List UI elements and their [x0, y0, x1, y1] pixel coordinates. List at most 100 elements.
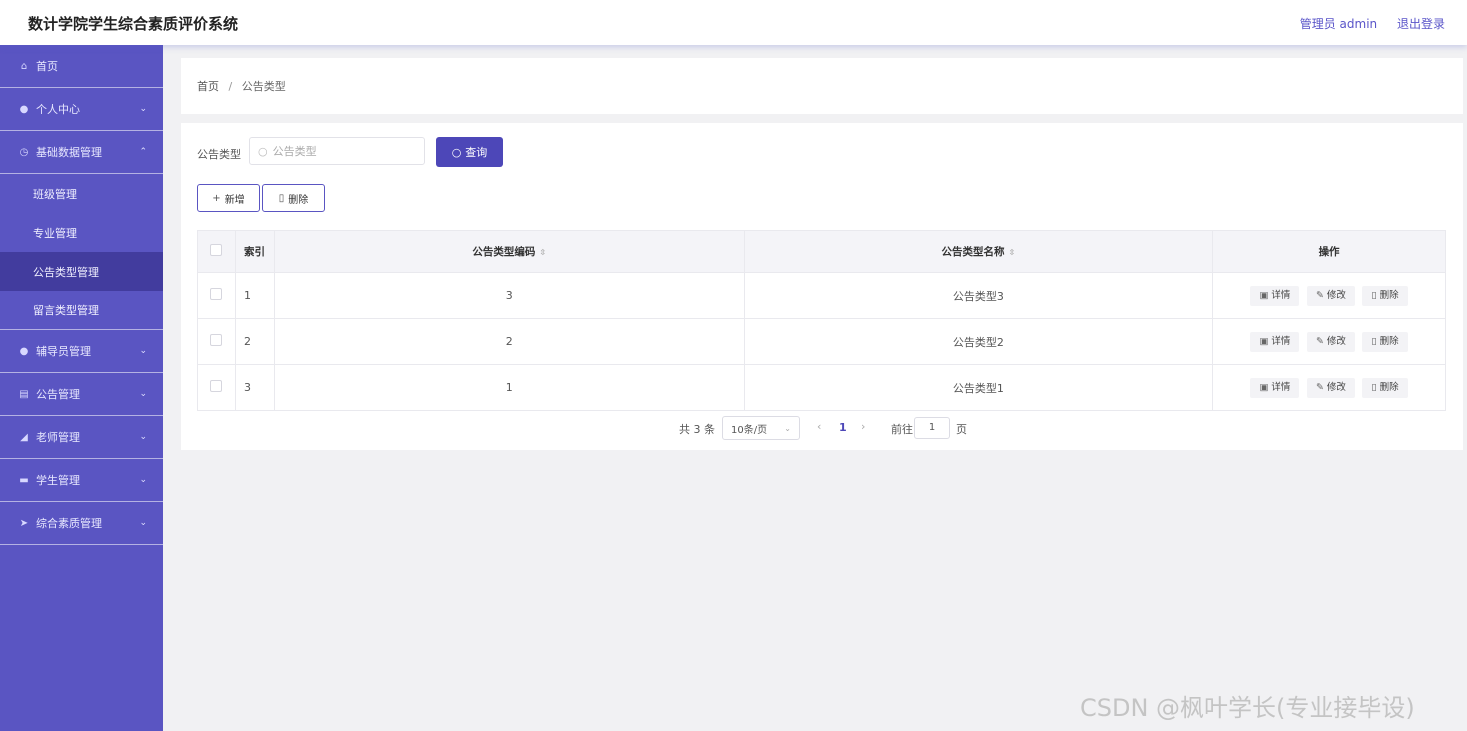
sidebar-item-basic-data[interactable]: ◷ 基础数据管理 ⌃	[0, 131, 163, 174]
row-code: 2	[273, 318, 745, 365]
row-code: 1	[273, 364, 745, 411]
edit-button[interactable]: ✎ 修改	[1306, 285, 1355, 306]
sidebar-subitem-notice-type[interactable]: 公告类型管理	[0, 252, 163, 291]
chevron-down-icon: ⌄	[139, 389, 147, 399]
query-button-label: 查询	[465, 146, 488, 159]
gauge-icon: ◷	[19, 146, 29, 158]
row-name: 公告类型3	[743, 272, 1214, 319]
trash-icon: ▯	[1371, 381, 1377, 393]
detail-label: 详情	[1271, 335, 1291, 347]
table-row: 2 2 公告类型2 ▣ 详情 ✎ 修改 ▯ 删除	[197, 318, 1446, 365]
name-header[interactable]: 公告类型名称 ⇳	[743, 230, 1214, 273]
top-bar: 数计学院学生综合素质评价系统 管理员 admin 退出登录	[0, 0, 1467, 45]
batch-delete-button[interactable]: ▯ 删除	[262, 184, 325, 212]
detail-button[interactable]: ▣ 详情	[1250, 331, 1300, 352]
sidebar-item-counselor[interactable]: ● 辅导员管理 ⌄	[0, 330, 163, 373]
row-ops: ▣ 详情 ✎ 修改 ▯ 删除	[1212, 364, 1446, 411]
breadcrumb-current: 公告类型	[241, 80, 286, 93]
chevron-down-icon: ⌄	[139, 104, 147, 114]
thumbs-up-icon: ◢	[20, 431, 28, 443]
row-checkbox[interactable]	[210, 288, 223, 300]
sidebar-subitem-class[interactable]: 班级管理	[0, 174, 163, 213]
row-name: 公告类型1	[743, 364, 1214, 411]
row-code: 3	[273, 272, 745, 319]
table-row: 1 3 公告类型3 ▣ 详情 ✎ 修改 ▯ 删除	[197, 272, 1446, 319]
sidebar-item-label: 公告管理	[36, 388, 80, 401]
sidebar-item-label: 辅导员管理	[36, 345, 91, 358]
chevron-down-icon: ⌄	[139, 475, 147, 485]
delete-button[interactable]: ▯ 删除	[1362, 331, 1408, 352]
name-header-label: 公告类型名称	[941, 246, 1005, 258]
trash-icon: ▯	[278, 192, 285, 204]
search-placeholder: 公告类型	[272, 145, 317, 158]
sidebar-item-notice[interactable]: ▤ 公告管理 ⌄	[0, 373, 163, 416]
batch-delete-label: 删除	[288, 194, 309, 206]
detail-icon: ▣	[1259, 335, 1269, 347]
send-icon: ➤	[19, 517, 29, 529]
sidebar-item-label: 老师管理	[36, 431, 80, 444]
watermark: CSDN @枫叶学长(专业接毕设)	[1080, 694, 1415, 722]
sidebar-item-home[interactable]: ⌂ 首页	[0, 45, 163, 88]
delete-button[interactable]: ▯ 删除	[1362, 377, 1408, 398]
trash-icon: ▯	[1371, 335, 1377, 347]
detail-button[interactable]: ▣ 详情	[1250, 285, 1300, 306]
row-ops: ▣ 详情 ✎ 修改 ▯ 删除	[1212, 272, 1446, 319]
row-checkbox[interactable]	[210, 380, 223, 392]
search-input[interactable]: ○ 公告类型	[249, 137, 425, 165]
goto-page-input[interactable]: 1	[914, 417, 950, 439]
edit-icon: ✎	[1315, 381, 1324, 393]
breadcrumb-separator: /	[228, 80, 233, 93]
sidebar-item-label: 综合素质管理	[36, 517, 102, 530]
detail-label: 详情	[1271, 289, 1291, 301]
delete-button[interactable]: ▯ 删除	[1362, 285, 1408, 306]
search-icon: ○	[258, 144, 268, 158]
user-icon: ●	[19, 103, 29, 115]
row-checkbox-cell	[197, 318, 236, 365]
prev-page-icon[interactable]: ‹	[817, 420, 821, 433]
breadcrumb: 首页 / 公告类型	[197, 78, 286, 94]
page-size-select[interactable]: 10条/页 ⌄	[722, 416, 800, 440]
sidebar-item-teacher[interactable]: ◢ 老师管理 ⌄	[0, 416, 163, 459]
edit-button[interactable]: ✎ 修改	[1306, 377, 1355, 398]
next-page-icon[interactable]: ›	[861, 420, 865, 433]
edit-icon: ✎	[1315, 289, 1324, 301]
row-checkbox[interactable]	[210, 334, 223, 346]
top-right-links: 管理员 admin 退出登录	[1284, 15, 1445, 32]
page-number-current[interactable]: 1	[839, 421, 847, 434]
sidebar-item-personal[interactable]: ● 个人中心 ⌄	[0, 88, 163, 131]
select-all-checkbox[interactable]	[210, 244, 223, 256]
add-button[interactable]: + 新增	[197, 184, 260, 212]
sidebar-subitem-major[interactable]: 专业管理	[0, 213, 163, 252]
edit-button[interactable]: ✎ 修改	[1306, 331, 1355, 352]
row-ops: ▣ 详情 ✎ 修改 ▯ 删除	[1212, 318, 1446, 365]
chevron-down-icon: ⌄	[139, 518, 147, 528]
admin-user-link[interactable]: 管理员 admin	[1300, 17, 1377, 31]
edit-label: 修改	[1326, 335, 1346, 347]
search-label: 公告类型	[197, 148, 241, 161]
sidebar-item-quality[interactable]: ➤ 综合素质管理 ⌄	[0, 502, 163, 545]
row-index: 1	[234, 272, 275, 319]
logout-link[interactable]: 退出登录	[1397, 17, 1445, 31]
sidebar-item-label: 个人中心	[36, 103, 80, 116]
detail-label: 详情	[1271, 381, 1291, 393]
edit-label: 修改	[1326, 289, 1346, 301]
detail-icon: ▣	[1259, 289, 1269, 301]
detail-icon: ▣	[1259, 381, 1269, 393]
sort-icon[interactable]: ⇳	[539, 248, 546, 257]
person-icon: ●	[19, 345, 29, 357]
detail-button[interactable]: ▣ 详情	[1250, 377, 1300, 398]
row-checkbox-cell	[197, 364, 236, 411]
briefcase-icon: ▬	[19, 474, 29, 486]
breadcrumb-home[interactable]: 首页	[197, 80, 219, 93]
query-button[interactable]: ○ 查询	[436, 137, 503, 167]
add-button-label: 新增	[224, 194, 245, 206]
app-title: 数计学院学生综合素质评价系统	[28, 15, 239, 33]
delete-label: 删除	[1379, 335, 1399, 347]
sidebar-item-student[interactable]: ▬ 学生管理 ⌄	[0, 459, 163, 502]
sidebar-subitem-message-type[interactable]: 留言类型管理	[0, 291, 163, 330]
breadcrumb-bar: 首页 / 公告类型	[181, 58, 1463, 114]
sort-icon[interactable]: ⇳	[1008, 248, 1015, 257]
ops-header: 操作	[1212, 230, 1446, 273]
goto-label: 前往	[891, 423, 913, 436]
code-header[interactable]: 公告类型编码 ⇳	[273, 230, 745, 273]
